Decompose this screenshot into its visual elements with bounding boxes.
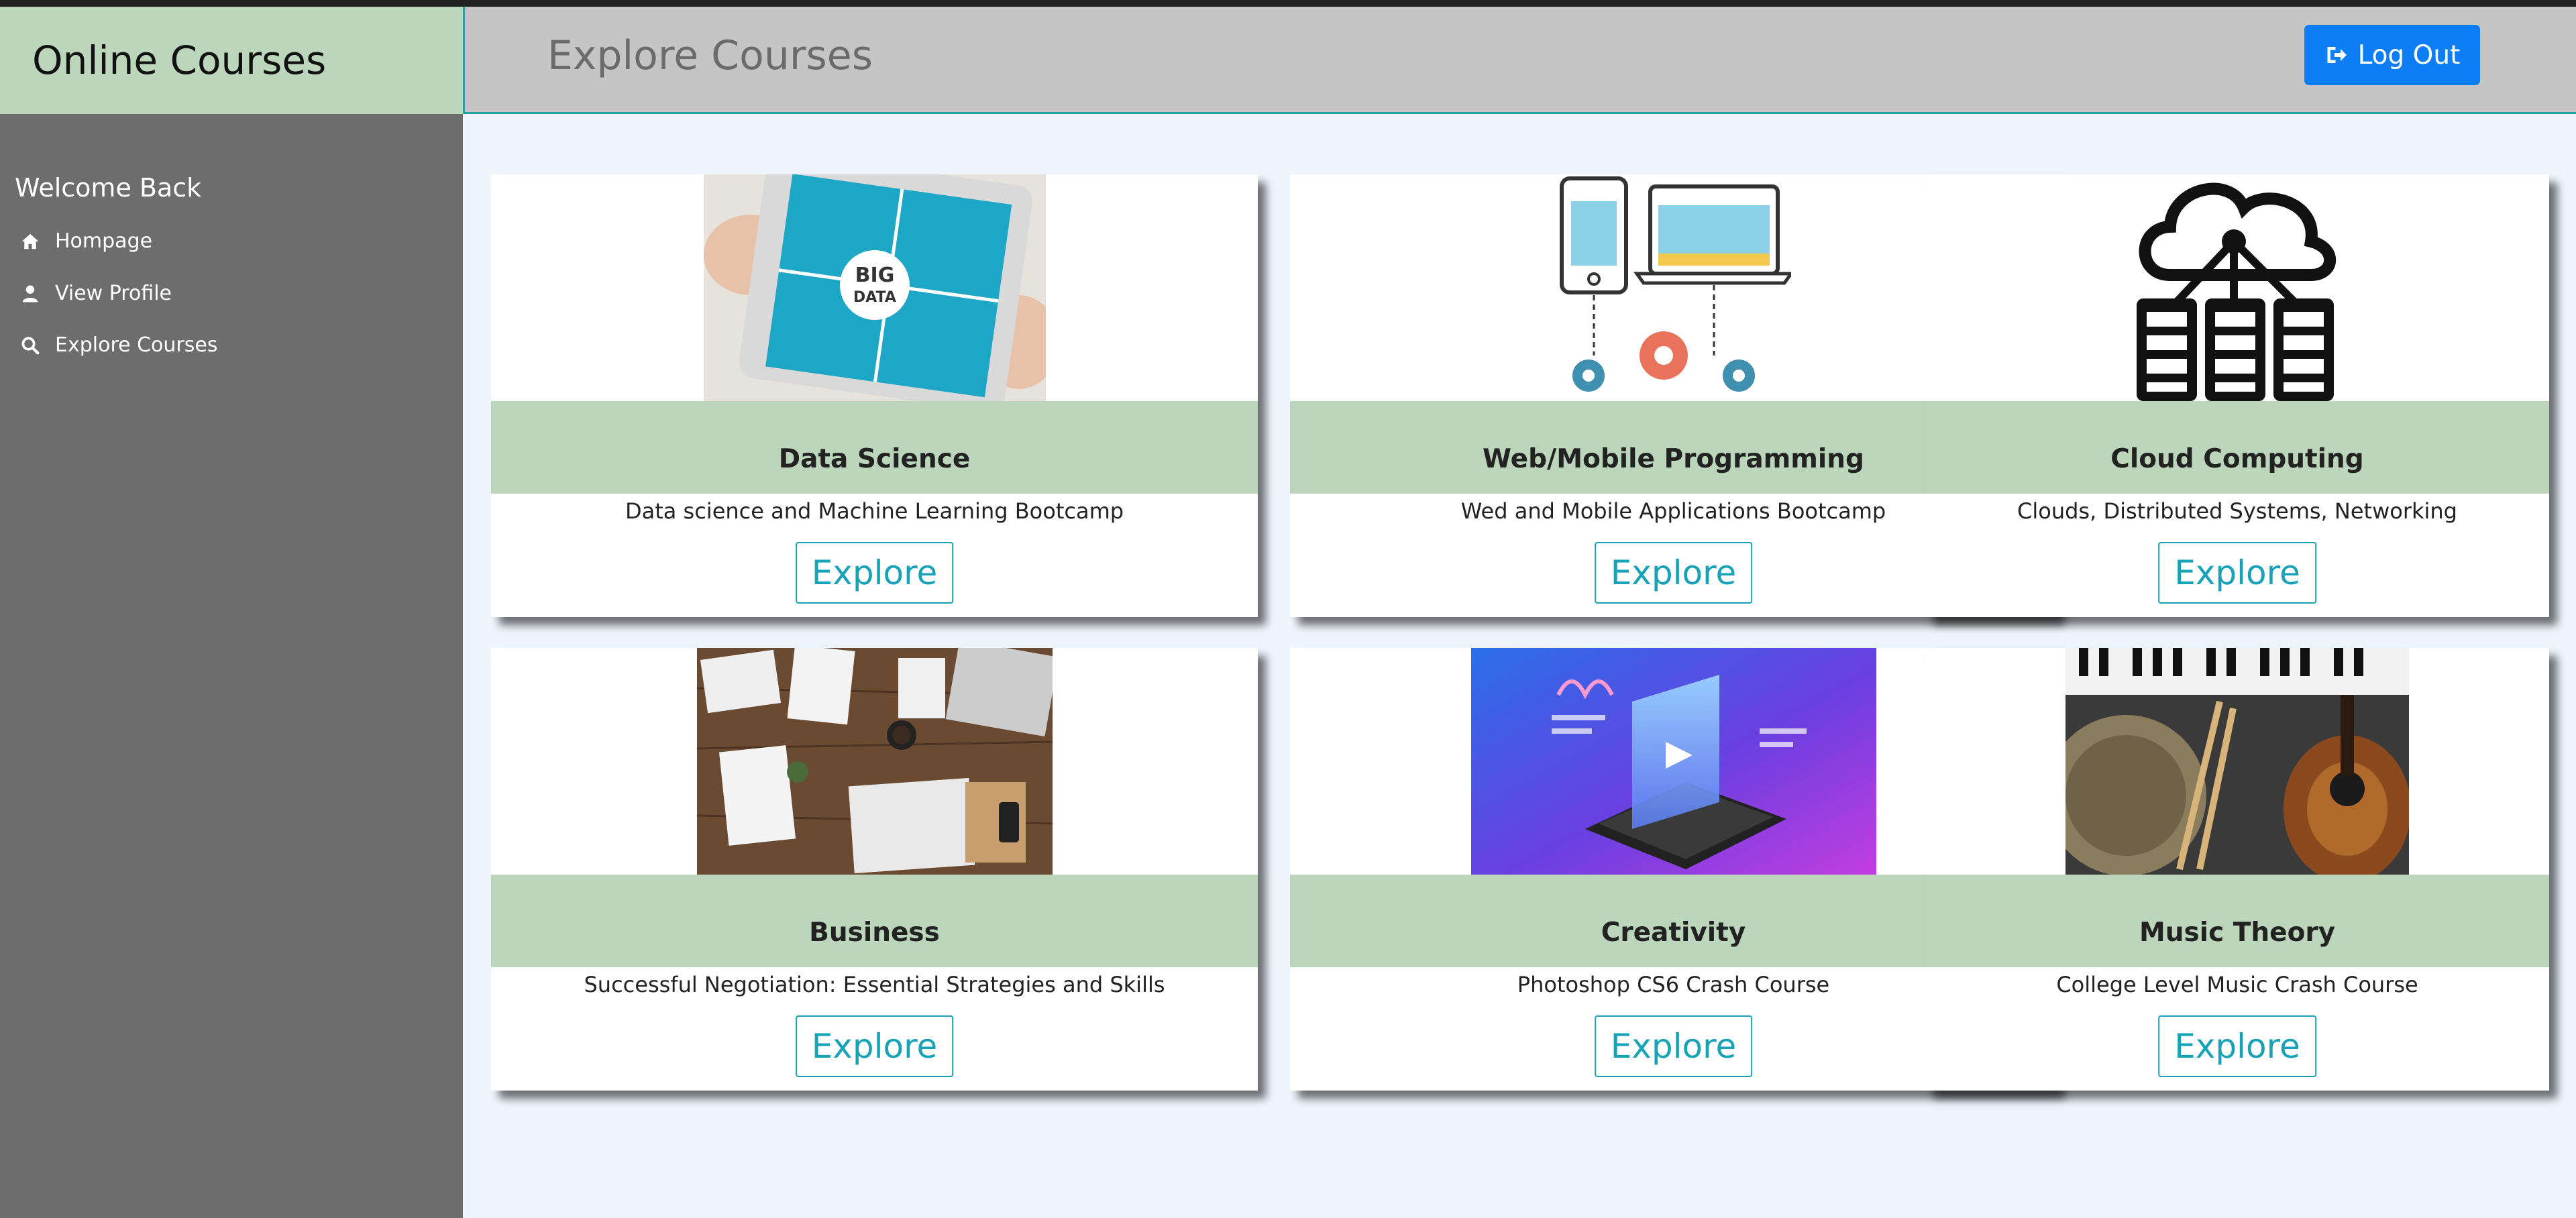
course-description: Data science and Machine Learning Bootca… [625, 498, 1124, 524]
course-title: Business [491, 875, 1258, 967]
sidebar-item-view-profile[interactable]: View Profile [20, 282, 172, 305]
course-title: Data Science [491, 401, 1258, 494]
welcome-text: Welcome Back [15, 173, 202, 203]
explore-button[interactable]: Explore [1594, 542, 1753, 604]
page-title: Explore Courses [547, 32, 873, 79]
svg-text:BIG: BIG [855, 264, 894, 287]
course-card-data-science: BIG DATA Data Science Data science and M… [491, 174, 1258, 617]
window-top-strip [0, 0, 2576, 7]
course-description: College Level Music Crash Course [2056, 972, 2418, 997]
explore-button[interactable]: Explore [795, 542, 954, 604]
explore-button[interactable]: Explore [795, 1015, 954, 1077]
sign-out-icon [2327, 47, 2347, 63]
cloud-servers-image [2130, 174, 2345, 401]
svg-text:DATA: DATA [853, 289, 896, 306]
sidebar: Welcome Back Hompage View Profile Explor… [0, 114, 463, 1218]
business-desk-image [696, 648, 1053, 875]
search-icon [21, 337, 40, 354]
user-icon [22, 285, 38, 302]
explore-button[interactable]: Explore [1594, 1015, 1753, 1077]
big-data-tablet-image: BIG DATA [703, 174, 1046, 401]
isometric-phone-image [1470, 648, 1876, 875]
brand-title: Online Courses [0, 7, 463, 114]
sidebar-item-label: Hompage [55, 229, 153, 253]
course-description: Clouds, Distributed Systems, Networking [2017, 498, 2457, 524]
logout-label: Log Out [2357, 40, 2461, 70]
sidebar-item-homepage[interactable]: Hompage [20, 229, 152, 253]
explore-button[interactable]: Explore [2158, 1015, 2316, 1077]
sidebar-item-label: View Profile [55, 282, 172, 305]
devices-gears-image [1556, 174, 1791, 401]
course-card-music-theory: Music Theory College Level Music Crash C… [1925, 648, 2549, 1091]
home-icon [21, 233, 39, 249]
logout-button[interactable]: Log Out [2304, 25, 2480, 85]
course-card-business: Business Successful Negotiation: Essenti… [491, 648, 1258, 1091]
sidebar-item-explore-courses[interactable]: Explore Courses [20, 333, 217, 357]
instruments-image [2065, 648, 2409, 875]
course-title: Cloud Computing [1925, 401, 2549, 494]
sidebar-item-label: Explore Courses [55, 333, 218, 357]
course-title: Music Theory [1925, 875, 2549, 967]
explore-button[interactable]: Explore [2158, 542, 2316, 604]
header: Explore Courses Log Out [463, 7, 2576, 114]
course-card-cloud-computing: Cloud Computing Clouds, Distributed Syst… [1925, 174, 2549, 617]
course-description: Successful Negotiation: Essential Strate… [584, 972, 1165, 997]
